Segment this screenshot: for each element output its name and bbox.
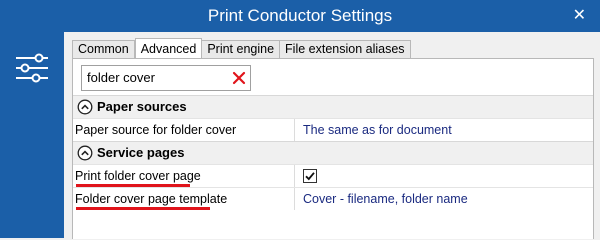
column-divider	[294, 119, 295, 141]
print-folder-cover-checkbox[interactable]	[303, 169, 317, 183]
property-value[interactable]: The same as for document	[303, 119, 452, 141]
category-label: Service pages	[97, 145, 185, 160]
checkmark-icon	[305, 172, 315, 181]
category-service-pages: Service pages	[73, 141, 593, 164]
settings-content: Common Advanced Print engine File extens…	[64, 32, 600, 239]
red-underline-marker	[76, 207, 210, 210]
chevron-up-circle-icon[interactable]	[77, 99, 93, 115]
property-grid: Paper sources Paper source for folder co…	[73, 95, 593, 210]
settings-sliders-icon[interactable]	[14, 50, 50, 86]
sidebar	[0, 32, 64, 238]
advanced-panel: folder cover Paper sources Paper source …	[72, 58, 594, 239]
property-value[interactable]: Cover - filename, folder name	[303, 188, 468, 210]
tab-advanced[interactable]: Advanced	[134, 38, 203, 59]
tab-print-engine[interactable]: Print engine	[202, 40, 281, 58]
search-input[interactable]: folder cover	[81, 65, 251, 91]
title-bar: Print Conductor Settings ✕	[0, 0, 600, 32]
close-icon[interactable]: ✕	[573, 0, 586, 32]
tab-common[interactable]: Common	[72, 40, 135, 58]
category-paper-sources: Paper sources	[73, 95, 593, 118]
column-divider	[294, 165, 295, 187]
clear-search-icon[interactable]	[232, 71, 246, 85]
search-value: folder cover	[87, 70, 155, 85]
window-title: Print Conductor Settings	[207, 6, 393, 25]
chevron-up-circle-icon[interactable]	[77, 145, 93, 161]
column-divider	[294, 188, 295, 210]
property-name: Paper source for folder cover	[75, 123, 237, 137]
property-row[interactable]: Folder cover page template Cover - filen…	[73, 187, 593, 210]
category-label: Paper sources	[97, 99, 187, 114]
property-row[interactable]: Paper source for folder cover The same a…	[73, 118, 593, 141]
property-row[interactable]: Print folder cover page	[73, 164, 593, 187]
tab-strip: Common Advanced Print engine File extens…	[72, 38, 411, 59]
tab-file-extension-aliases[interactable]: File extension aliases	[280, 40, 411, 58]
